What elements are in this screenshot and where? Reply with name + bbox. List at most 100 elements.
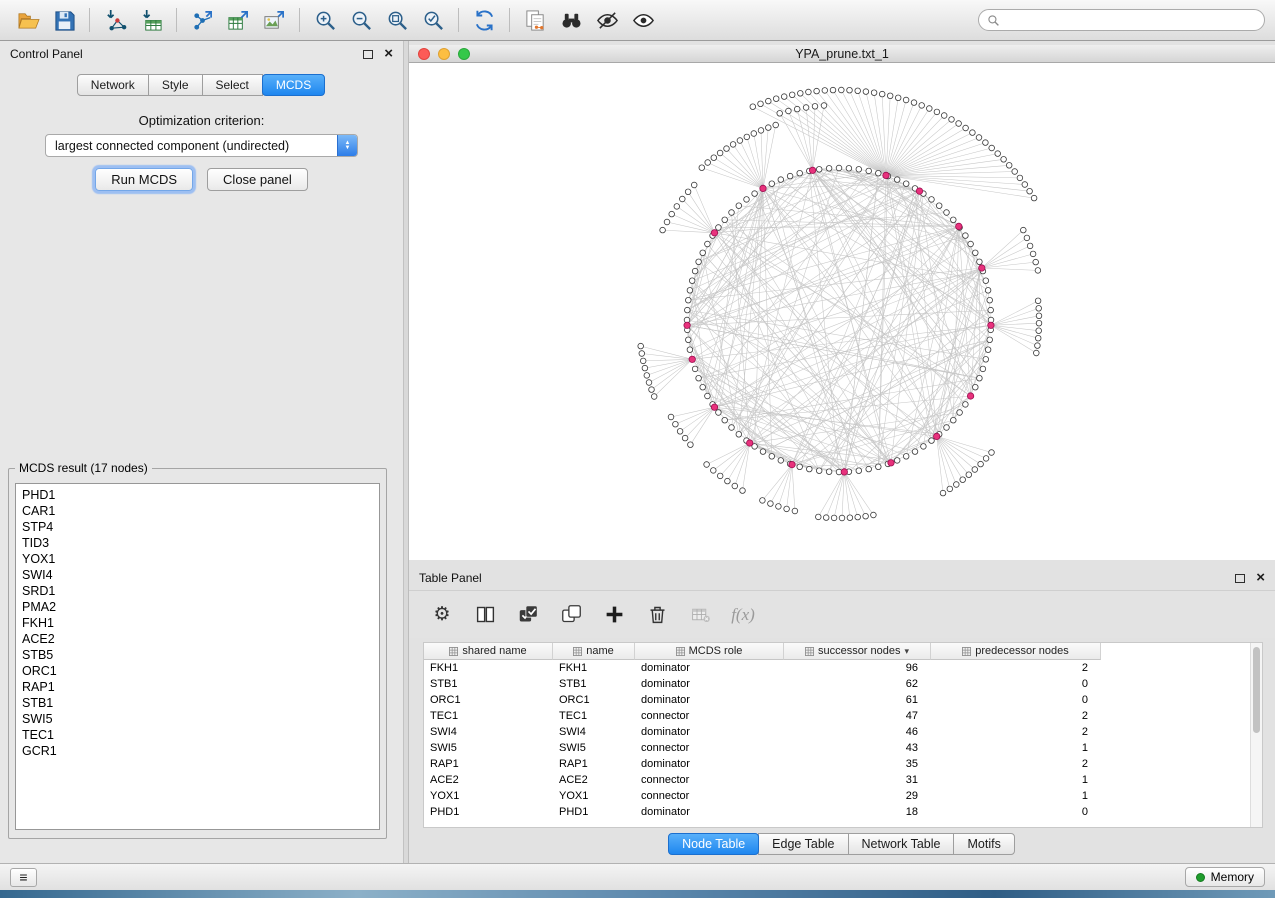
scrollbar-thumb[interactable]	[1253, 647, 1260, 733]
tab-network[interactable]: Network	[77, 74, 149, 96]
tab-edge-table[interactable]: Edge Table	[758, 833, 848, 855]
control-panel-tabs: Network Style Select MCDS	[0, 74, 403, 96]
maximize-window-icon[interactable]	[458, 48, 470, 60]
network-graph[interactable]	[409, 63, 1275, 560]
table-settings-button[interactable]: ⚙	[429, 602, 455, 628]
mcds-result-item[interactable]: ORC1	[16, 663, 379, 679]
table-row[interactable]: FKH1FKH1dominator962	[424, 660, 1262, 676]
mcds-result-item[interactable]: SWI5	[16, 711, 379, 727]
criterion-dropdown[interactable]: largest connected component (undirected)…	[45, 134, 358, 157]
caret-down-icon: ▼	[345, 146, 351, 151]
mcds-result-item[interactable]: CAR1	[16, 503, 379, 519]
control-panel-header: Control Panel ×	[0, 41, 403, 67]
mcds-result-item[interactable]: STP4	[16, 519, 379, 535]
refresh-button[interactable]	[466, 4, 502, 36]
mcds-result-item[interactable]: SWI4	[16, 567, 379, 583]
show-columns-button[interactable]	[472, 602, 498, 628]
table-row[interactable]: PHD1PHD1dominator180	[424, 804, 1262, 820]
export-image-icon	[263, 9, 286, 32]
close-panel-icon[interactable]: ×	[384, 48, 393, 60]
first-neighbors-button[interactable]	[553, 4, 589, 36]
tab-network-table[interactable]: Network Table	[848, 833, 955, 855]
import-network-icon	[104, 9, 127, 32]
mcds-result-item[interactable]: RAP1	[16, 679, 379, 695]
table-row[interactable]: RAP1RAP1dominator352	[424, 756, 1262, 772]
run-mcds-button[interactable]: Run MCDS	[95, 168, 193, 191]
table-row[interactable]: TEC1TEC1connector472	[424, 708, 1262, 724]
tab-style[interactable]: Style	[148, 74, 203, 96]
mcds-result-item[interactable]: ACE2	[16, 631, 379, 647]
cell-successor-nodes: 43	[784, 740, 931, 756]
table-row[interactable]: ORC1ORC1dominator610	[424, 692, 1262, 708]
table-scrollbar[interactable]	[1250, 643, 1262, 827]
cell-predecessor-nodes: 2	[931, 660, 1101, 676]
tab-mcds[interactable]: MCDS	[262, 74, 325, 96]
tab-select[interactable]: Select	[202, 74, 263, 96]
clone-network-button[interactable]	[517, 4, 553, 36]
close-window-icon[interactable]	[418, 48, 430, 60]
column-header-name[interactable]: name	[553, 643, 635, 660]
mcds-result-item[interactable]: YOX1	[16, 551, 379, 567]
status-menu-button[interactable]: ≡	[10, 868, 37, 887]
delete-column-button[interactable]	[644, 602, 670, 628]
close-panel-button[interactable]: Close panel	[207, 168, 308, 191]
tab-node-table[interactable]: Node Table	[668, 833, 759, 855]
table-row[interactable]: SWI5SWI5connector431	[424, 740, 1262, 756]
mcds-result-item[interactable]: STB1	[16, 695, 379, 711]
mcds-result-item[interactable]: FKH1	[16, 615, 379, 631]
trash-icon	[647, 604, 668, 625]
float-panel-icon[interactable]	[363, 50, 373, 59]
zoom-out-button[interactable]	[343, 4, 379, 36]
memory-button[interactable]: Memory	[1185, 867, 1265, 887]
table-column-icon	[449, 647, 458, 656]
zoom-in-button[interactable]	[307, 4, 343, 36]
toolbar-separator	[299, 8, 300, 32]
table-row[interactable]: SWI4SWI4dominator462	[424, 724, 1262, 740]
minimize-window-icon[interactable]	[438, 48, 450, 60]
zoom-selected-button[interactable]	[415, 4, 451, 36]
export-image-button[interactable]	[256, 4, 292, 36]
cell-shared-name: SWI5	[424, 740, 553, 756]
mcds-result-item[interactable]: TID3	[16, 535, 379, 551]
export-network-button[interactable]	[184, 4, 220, 36]
clone-network-icon	[524, 9, 547, 32]
table-row[interactable]: YOX1YOX1connector291	[424, 788, 1262, 804]
mcds-result-item[interactable]: TEC1	[16, 727, 379, 743]
column-header-successor-nodes[interactable]: successor nodes ▾	[784, 643, 931, 660]
export-table-button[interactable]	[220, 4, 256, 36]
zoom-fit-button[interactable]	[379, 4, 415, 36]
show-details-button[interactable]	[625, 4, 661, 36]
float-table-panel-icon[interactable]	[1235, 574, 1245, 583]
network-window-titlebar[interactable]: YPA_prune.txt_1	[409, 45, 1275, 63]
add-column-button[interactable]	[601, 602, 627, 628]
column-header-mcds-role[interactable]: MCDS role	[635, 643, 784, 660]
mcds-result-list[interactable]: PHD1CAR1STP4TID3YOX1SWI4SRD1PMA2FKH1ACE2…	[15, 483, 380, 830]
search-input[interactable]	[1005, 13, 1256, 27]
tab-motifs[interactable]: Motifs	[953, 833, 1014, 855]
column-header-predecessor-nodes[interactable]: predecessor nodes	[931, 643, 1101, 660]
mcds-result-item[interactable]: PHD1	[16, 487, 379, 503]
select-all-rows-button[interactable]	[515, 602, 541, 628]
open-button[interactable]	[10, 4, 46, 36]
mcds-result-item[interactable]: GCR1	[16, 743, 379, 759]
function-builder-button-disabled: f(x)	[730, 602, 756, 628]
close-table-panel-icon[interactable]: ×	[1256, 572, 1265, 584]
table-column-icon	[805, 647, 814, 656]
mcds-result-item[interactable]: PMA2	[16, 599, 379, 615]
cell-successor-nodes: 31	[784, 772, 931, 788]
column-header-shared-name[interactable]: shared name	[424, 643, 553, 660]
import-network-from-file-button[interactable]	[97, 4, 133, 36]
deselect-all-rows-button[interactable]	[558, 602, 584, 628]
control-panel: Control Panel × Network Style Select MCD…	[0, 41, 403, 863]
eye-slash-icon	[596, 9, 619, 32]
network-canvas[interactable]	[409, 63, 1275, 560]
table-row[interactable]: ACE2ACE2connector311	[424, 772, 1262, 788]
mcds-result-item[interactable]: SRD1	[16, 583, 379, 599]
hide-details-button[interactable]	[589, 4, 625, 36]
import-table-from-file-button[interactable]	[133, 4, 169, 36]
mcds-result-item[interactable]: STB5	[16, 647, 379, 663]
mcds-result-title: MCDS result (17 nodes)	[15, 461, 152, 475]
cell-predecessor-nodes: 0	[931, 804, 1101, 820]
save-button[interactable]	[46, 4, 82, 36]
table-row[interactable]: STB1STB1dominator620	[424, 676, 1262, 692]
